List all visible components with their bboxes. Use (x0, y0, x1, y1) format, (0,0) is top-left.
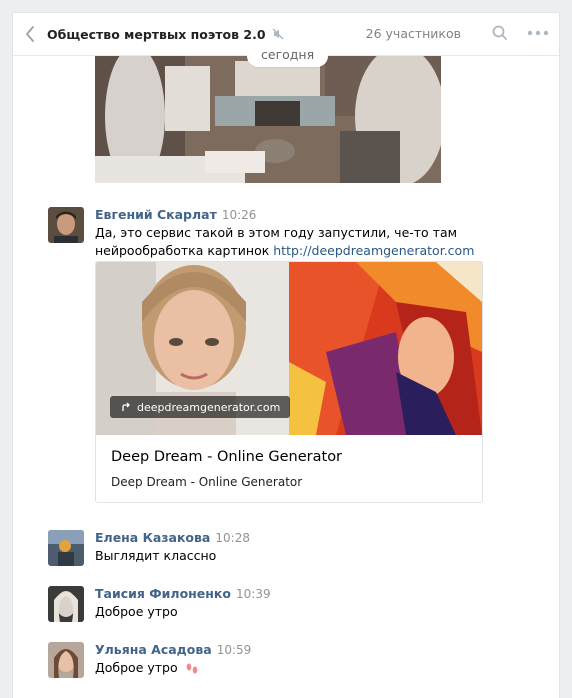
more-button[interactable] (525, 24, 551, 45)
domain-badge: deepdreamgenerator.com (110, 396, 291, 418)
search-icon (492, 25, 507, 40)
message-body: Таисия Филоненко 10:39 Доброе утро (95, 586, 549, 621)
photo-attachment[interactable] (95, 56, 441, 183)
author-name[interactable]: Ульяна Асадова (95, 642, 212, 657)
message-body: Елена Казакова 10:28 Выглядит классно (95, 530, 549, 565)
message-body: Ульяна Асадова 10:59 Доброе утро (95, 642, 549, 677)
chat-title[interactable]: Общество мертвых поэтов 2.0 (47, 27, 266, 42)
message-time[interactable]: 10:26 (222, 208, 257, 222)
author-name[interactable]: Таисия Филоненко (95, 586, 231, 601)
message-body: Евгений Скарлат 10:26 Да, это сервис тако… (95, 207, 549, 260)
avatar[interactable] (48, 530, 84, 566)
chat-panel: Общество мертвых поэтов 2.0 26 участнико… (12, 12, 560, 698)
link-preview-title: Deep Dream - Online Generator (111, 449, 343, 465)
footprints-icon (186, 663, 197, 673)
link-preview-card[interactable]: deepdreamgenerator.com Deep Dream - Onli… (95, 261, 483, 503)
message-text-content: Доброе утро (95, 660, 178, 675)
message-text: Доброе утро (95, 604, 178, 619)
avatar[interactable] (48, 207, 84, 243)
avatar[interactable] (48, 586, 84, 622)
members-count[interactable]: 26 участников (366, 26, 461, 41)
message-time[interactable]: 10:28 (215, 531, 250, 545)
author-name[interactable]: Елена Казакова (95, 530, 210, 545)
message-text: Да, это сервис такой в этом году запусти… (95, 224, 549, 260)
date-separator: сегодня (247, 45, 329, 67)
avatar[interactable] (48, 642, 84, 678)
message-time[interactable]: 10:39 (236, 587, 271, 601)
message-text: Доброе утро (95, 659, 549, 677)
chevron-left-icon (26, 26, 34, 42)
message-text: Выглядит классно (95, 548, 217, 563)
muted-icon[interactable] (272, 28, 284, 40)
author-name[interactable]: Евгений Скарлат (95, 207, 217, 222)
link-preview-subtitle: Deep Dream - Online Generator (111, 475, 303, 489)
message-link[interactable]: http://deepdreamgenerator.com (273, 243, 474, 258)
share-arrow-icon (122, 402, 130, 411)
message-time[interactable]: 10:59 (217, 643, 252, 657)
more-icon (527, 30, 549, 36)
back-button[interactable] (13, 13, 47, 55)
search-button[interactable] (491, 24, 509, 45)
domain-text: deepdreamgenerator.com (137, 400, 281, 414)
